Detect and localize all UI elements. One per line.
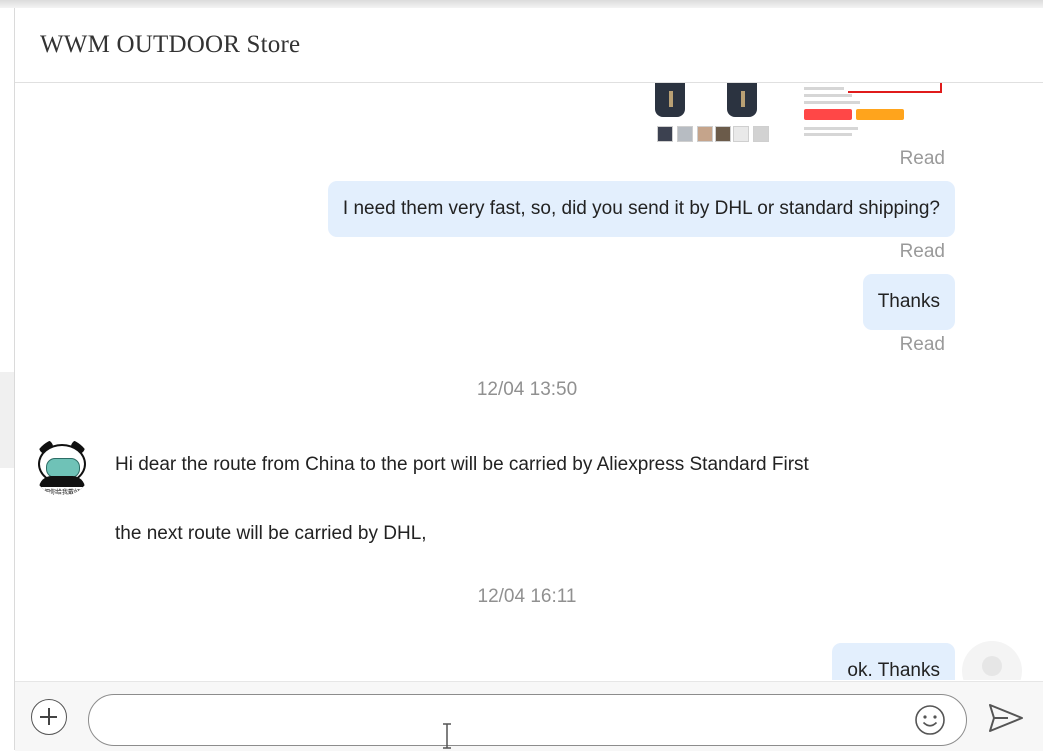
glove-image-left (655, 83, 685, 117)
read-status: Read (899, 334, 945, 355)
glove-image-right (727, 83, 757, 117)
chat-header: WWM OUTDOOR Store (15, 8, 1043, 83)
incoming-message-line[interactable]: the next route will be carried by DHL, (115, 523, 427, 545)
thumbnail (733, 126, 749, 142)
thumbnail (753, 126, 769, 142)
add-to-cart-mini-button (856, 109, 904, 120)
message-timestamp: 12/04 13:50 (476, 379, 578, 400)
message-list[interactable]: Read I need them very fast, so, did you … (15, 83, 1043, 680)
incoming-message-line[interactable]: Hi dear the route from China to the port… (115, 454, 809, 476)
read-status: Read (899, 241, 945, 262)
buy-now-mini-button (804, 109, 852, 120)
buyer-protection-line (804, 133, 852, 136)
outgoing-message-bubble[interactable]: ok. Thanks (832, 643, 955, 680)
scroll-indicator-dot (982, 656, 1002, 676)
shipping-text-line (804, 101, 860, 104)
product-screenshot-image[interactable] (653, 83, 948, 142)
window-top-edge (0, 0, 1043, 8)
buyer-protection-line (804, 127, 858, 130)
plus-icon[interactable] (31, 699, 67, 735)
left-rail-scroll-shade (0, 372, 14, 468)
message-composer (15, 681, 1043, 751)
outgoing-message-bubble[interactable]: Thanks (862, 274, 955, 330)
annotation-arrow (848, 83, 942, 93)
outgoing-message-bubble[interactable]: I need them very fast, so, did you send … (327, 181, 955, 237)
smiley-icon[interactable] (914, 704, 946, 736)
shipping-text-line (804, 94, 852, 97)
send-icon[interactable] (988, 702, 1024, 734)
message-input[interactable] (88, 694, 967, 746)
thumbnail (657, 126, 673, 142)
text-cursor-icon (443, 723, 451, 749)
message-timestamp: 12/04 16:11 (477, 586, 577, 607)
face-mask-icon (46, 458, 80, 478)
store-name[interactable]: WWM OUTDOOR Store (40, 31, 300, 59)
avatar-caption: 把你给我戴好 (37, 487, 87, 496)
thumbnail (715, 126, 731, 142)
thumbnail (697, 126, 713, 142)
thumbnail (677, 126, 693, 142)
read-status: Read (899, 148, 945, 169)
chat-window: WWM OUTDOOR Store Read I need them very … (0, 0, 1043, 751)
shipping-text-line (804, 87, 844, 90)
seller-avatar[interactable]: 把你给我戴好 (33, 438, 91, 496)
scroll-to-bottom-icon[interactable] (962, 641, 1022, 680)
